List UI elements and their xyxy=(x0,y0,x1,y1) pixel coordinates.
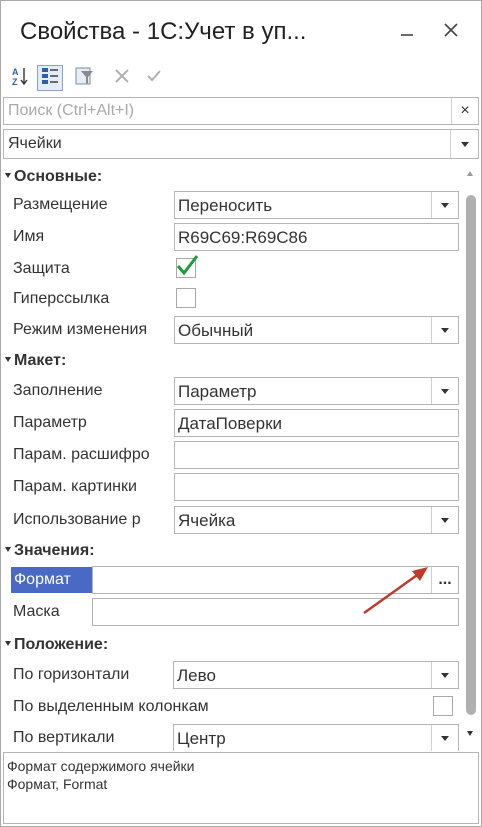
group-header-basic[interactable]: Основные: xyxy=(3,165,463,189)
collapse-icon xyxy=(5,547,11,552)
protection-checkbox[interactable] xyxy=(176,255,199,278)
prop-horizontal-dropdown-button[interactable] xyxy=(431,662,458,688)
chevron-down-icon xyxy=(460,141,469,147)
prop-label-format[interactable]: Формат xyxy=(11,567,93,593)
minimize-button[interactable] xyxy=(393,17,421,45)
scroll-down-icon[interactable] xyxy=(467,731,473,736)
svg-text:Z: Z xyxy=(12,77,18,87)
filter-icon xyxy=(73,65,95,92)
close-button[interactable] xyxy=(437,17,465,45)
cancel-icon xyxy=(113,67,131,90)
annotation-arrow-icon xyxy=(363,567,428,615)
sort-alphabetical-button[interactable]: A Z xyxy=(7,65,33,91)
vertical-scrollbar-thumb[interactable] xyxy=(466,195,476,715)
chevron-down-icon xyxy=(441,202,449,208)
prop-parameter-value: ДатаПоверки xyxy=(178,414,283,433)
object-selector-value: Ячейки xyxy=(8,135,62,152)
toolbar: A Z xyxy=(1,61,481,97)
prop-label-fill: Заполнение xyxy=(13,382,103,399)
prop-label-placement: Размещение xyxy=(13,196,108,213)
group-label: Значения: xyxy=(14,542,95,559)
clear-icon: × xyxy=(460,102,470,119)
prop-fill-dropdown-button[interactable] xyxy=(431,378,458,404)
chevron-down-icon xyxy=(441,735,449,741)
prop-placement-dropdown-button[interactable] xyxy=(431,192,458,218)
prop-label-selected-columns: По выделенным колонкам xyxy=(13,698,209,715)
window-title: Свойства - 1С:Учет в уп... xyxy=(20,18,307,45)
chevron-down-icon xyxy=(441,388,449,394)
prop-name-field[interactable]: R69C69:R69C86 xyxy=(174,223,459,251)
prop-vertical-dropdown-button[interactable] xyxy=(431,725,458,751)
sort-az-icon: A Z xyxy=(9,65,31,92)
prop-edit-mode-dropdown-button[interactable] xyxy=(431,317,458,343)
chevron-down-icon xyxy=(441,672,449,678)
prop-label-usage: Использование р xyxy=(13,511,141,528)
categorize-icon xyxy=(39,65,61,92)
filter-button[interactable] xyxy=(71,65,97,91)
close-icon xyxy=(443,18,459,44)
title-bar[interactable]: Свойства - 1С:Учет в уп... xyxy=(1,1,481,61)
property-grid: Основные: Размещение Переносить Имя R69C… xyxy=(3,161,479,751)
description-line-2: Формат, Format xyxy=(7,776,108,792)
search-clear-button[interactable]: × xyxy=(451,98,478,124)
prop-vertical-value: Центр xyxy=(177,729,226,748)
prop-fill-select[interactable]: Параметр xyxy=(174,377,459,405)
prop-horizontal-select[interactable]: Лево xyxy=(173,661,459,689)
prop-details-param-field[interactable] xyxy=(174,441,459,469)
chevron-down-icon xyxy=(441,517,449,523)
selected-columns-checkbox[interactable] xyxy=(433,696,453,716)
description-panel: Формат содержимого ячейки Формат, Format xyxy=(3,752,479,824)
prop-edit-mode-value: Обычный xyxy=(178,321,254,340)
prop-label-protection: Защита xyxy=(13,260,70,277)
prop-edit-mode-select[interactable]: Обычный xyxy=(174,316,459,344)
prop-horizontal-value: Лево xyxy=(177,666,216,685)
search-input[interactable] xyxy=(4,98,452,124)
object-selector[interactable]: Ячейки xyxy=(3,129,479,159)
prop-name-value: R69C69:R69C86 xyxy=(178,228,308,247)
prop-label-mask: Маска xyxy=(13,603,60,620)
prop-parameter-field[interactable]: ДатаПоверки xyxy=(174,409,459,437)
prop-usage-dropdown-button[interactable] xyxy=(431,507,458,533)
collapse-icon xyxy=(5,641,11,646)
object-selector-dropdown-button[interactable] xyxy=(450,130,478,158)
prop-placement-value: Переносить xyxy=(178,196,273,215)
prop-label-vertical: По вертикали xyxy=(13,729,115,746)
prop-label-hyperlink: Гиперссылка xyxy=(13,290,110,307)
group-label: Макет: xyxy=(14,352,67,369)
hyperlink-checkbox[interactable] xyxy=(176,288,196,308)
apply-icon xyxy=(145,67,163,90)
prop-label-edit-mode: Режим изменения xyxy=(13,321,148,338)
prop-usage-select[interactable]: Ячейка xyxy=(174,506,459,534)
prop-fill-value: Параметр xyxy=(178,382,257,401)
prop-label-parameter: Параметр xyxy=(13,414,87,431)
prop-label-horizontal: По горизонтали xyxy=(13,666,130,683)
apply-button[interactable] xyxy=(141,65,167,91)
prop-vertical-select[interactable]: Центр xyxy=(173,724,459,751)
scroll-up-icon[interactable] xyxy=(467,171,473,176)
prop-label-picture-param: Парам. картинки xyxy=(13,478,137,495)
group-label: Положение: xyxy=(14,636,109,653)
collapse-icon xyxy=(5,173,11,178)
prop-picture-param-field[interactable] xyxy=(174,473,459,501)
minimize-icon xyxy=(399,18,415,44)
svg-text:A: A xyxy=(12,67,19,77)
group-header-values[interactable]: Значения: xyxy=(3,539,463,563)
prop-usage-value: Ячейка xyxy=(178,511,236,530)
chevron-down-icon xyxy=(441,327,449,333)
properties-window: Свойства - 1С:Учет в уп... A Z Поиск (Ct… xyxy=(0,0,482,827)
cancel-button[interactable] xyxy=(109,65,135,91)
group-header-layout[interactable]: Макет: xyxy=(3,349,463,373)
search-box: × xyxy=(3,97,479,125)
prop-label-name: Имя xyxy=(13,228,45,245)
description-line-1: Формат содержимого ячейки xyxy=(7,758,195,774)
checkmark-icon xyxy=(176,255,199,276)
categorize-button[interactable] xyxy=(37,65,63,91)
prop-placement-select[interactable]: Переносить xyxy=(174,191,459,219)
prop-label-details-param: Парам. расшифро xyxy=(13,446,150,463)
collapse-icon xyxy=(5,357,11,362)
group-label: Основные: xyxy=(14,168,103,185)
group-header-position[interactable]: Положение: xyxy=(3,633,463,657)
